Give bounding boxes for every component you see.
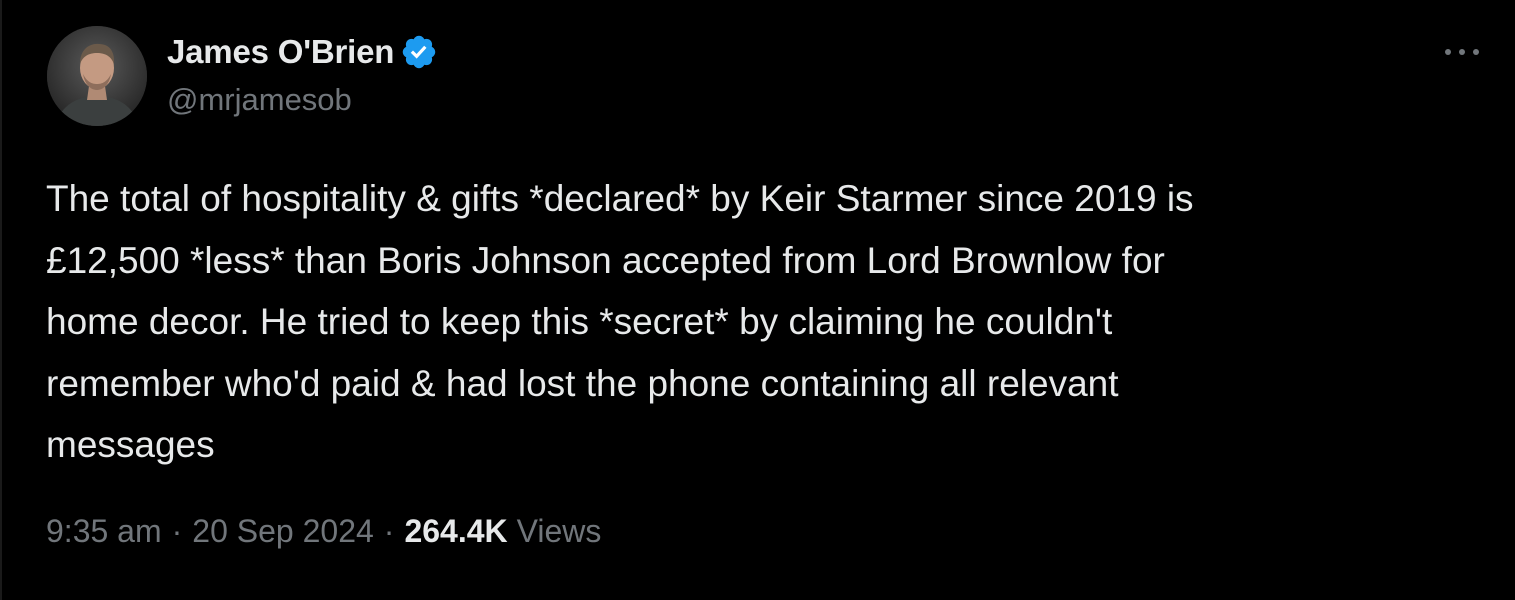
views-count[interactable]: 264.4K [404,513,507,550]
tweet-meta: 9:35 am · 20 Sep 2024 · 264.4K Views [46,513,601,550]
tweet-time[interactable]: 9:35 am [46,513,162,550]
avatar-image [47,26,147,126]
more-options-button[interactable] [1440,38,1484,66]
author-display-name[interactable]: James O'Brien [167,33,394,71]
more-options-icon [1445,49,1479,55]
author-handle[interactable]: @mrjamesob [167,82,352,118]
avatar[interactable] [47,26,147,126]
tweet-text: The total of hospitality & gifts *declar… [46,178,1194,465]
author-name-row: James O'Brien [167,30,438,74]
verified-badge-icon[interactable] [400,33,438,71]
tweet-date[interactable]: 20 Sep 2024 [192,513,374,550]
views-label[interactable]: Views [517,513,602,550]
meta-separator: · [171,513,183,549]
meta-separator: · [383,513,395,549]
left-border [0,0,2,600]
tweet-card: James O'Brien @mrjamesob The total of ho… [0,0,1515,600]
